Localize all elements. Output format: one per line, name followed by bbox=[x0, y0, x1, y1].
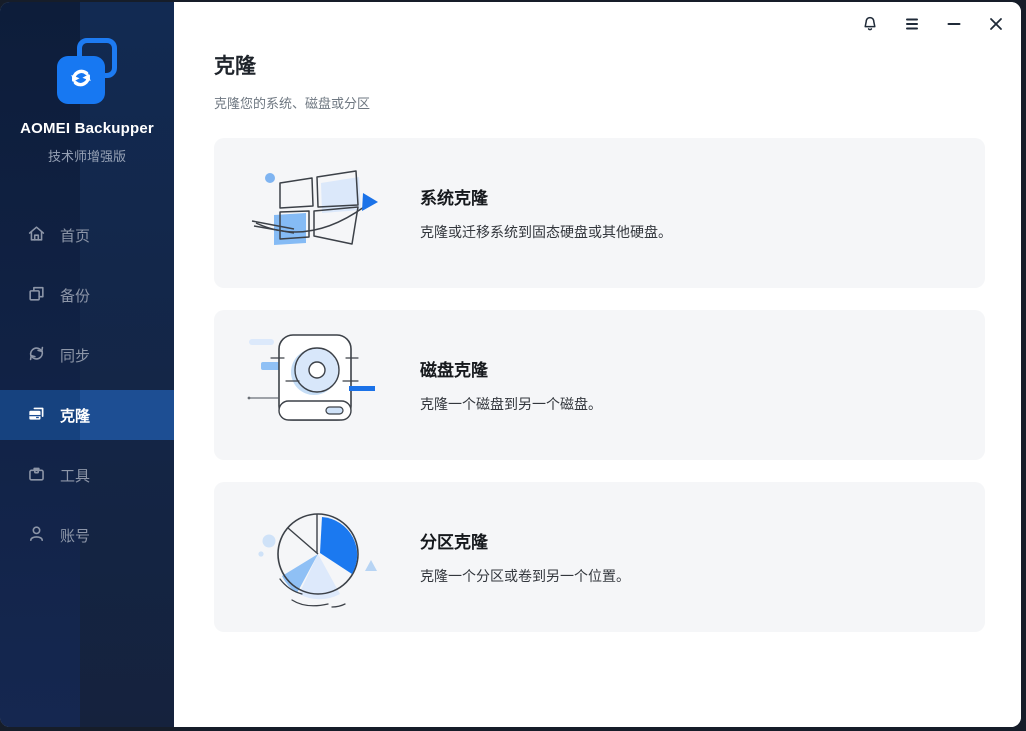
home-icon bbox=[27, 224, 46, 247]
sync-icon bbox=[27, 344, 46, 367]
menu-button[interactable] bbox=[901, 14, 923, 36]
sidebar-item-label: 备份 bbox=[60, 285, 90, 306]
card-partition-clone[interactable]: 分区克隆 克隆一个分区或卷到另一个位置。 bbox=[214, 482, 985, 632]
main-content: 克隆 克隆您的系统、磁盘或分区 bbox=[174, 2, 1021, 727]
card-disk-clone[interactable]: 磁盘克隆 克隆一个磁盘到另一个磁盘。 bbox=[214, 310, 985, 460]
sidebar-item-label: 克隆 bbox=[60, 405, 90, 426]
sidebar-item-clone[interactable]: 克隆 bbox=[0, 390, 174, 440]
window-controls bbox=[859, 14, 1007, 36]
card-title: 分区克隆 bbox=[420, 528, 630, 553]
logo-front-square bbox=[57, 56, 105, 104]
card-description: 克隆或迁移系统到固态硬盘或其他硬盘。 bbox=[420, 222, 672, 242]
card-text: 磁盘克隆 克隆一个磁盘到另一个磁盘。 bbox=[420, 356, 602, 414]
sidebar-item-backup[interactable]: 备份 bbox=[0, 265, 174, 325]
sidebar-nav: 首页 备份 bbox=[0, 205, 174, 565]
tools-icon bbox=[27, 464, 46, 487]
app-name: AOMEI Backupper bbox=[0, 120, 174, 137]
sidebar-item-label: 账号 bbox=[60, 525, 90, 546]
clone-options: 系统克隆 克隆或迁移系统到固态硬盘或其他硬盘。 bbox=[214, 138, 985, 632]
page-subtitle: 克隆您的系统、磁盘或分区 bbox=[214, 93, 1021, 112]
card-text: 系统克隆 克隆或迁移系统到固态硬盘或其他硬盘。 bbox=[420, 184, 672, 242]
card-description: 克隆一个磁盘到另一个磁盘。 bbox=[420, 394, 602, 414]
close-icon bbox=[987, 15, 1005, 36]
sidebar-item-account[interactable]: 账号 bbox=[0, 505, 174, 565]
card-system-clone[interactable]: 系统克隆 克隆或迁移系统到固态硬盘或其他硬盘。 bbox=[214, 138, 985, 288]
system-clone-illustration-icon bbox=[246, 153, 396, 273]
minimize-icon bbox=[945, 15, 963, 36]
sidebar-item-label: 同步 bbox=[60, 345, 90, 366]
close-button[interactable] bbox=[985, 14, 1007, 36]
sidebar-item-home[interactable]: 首页 bbox=[0, 205, 174, 265]
account-icon bbox=[27, 524, 46, 547]
minimize-button[interactable] bbox=[943, 14, 965, 36]
sidebar: AOMEI Backupper 技术师增强版 首页 bbox=[0, 2, 174, 727]
bell-icon bbox=[861, 15, 879, 36]
hamburger-menu-icon bbox=[903, 15, 921, 36]
card-description: 克隆一个分区或卷到另一个位置。 bbox=[420, 566, 630, 586]
sidebar-item-tools[interactable]: 工具 bbox=[0, 445, 174, 505]
card-title: 磁盘克隆 bbox=[420, 356, 602, 381]
page-title: 克隆 bbox=[214, 50, 1021, 80]
app-logo bbox=[55, 38, 119, 104]
sidebar-item-label: 首页 bbox=[60, 225, 90, 246]
sidebar-item-sync[interactable]: 同步 bbox=[0, 325, 174, 385]
clone-icon bbox=[27, 404, 46, 427]
notifications-button[interactable] bbox=[859, 14, 881, 36]
disk-clone-illustration-icon bbox=[246, 325, 396, 445]
card-title: 系统克隆 bbox=[420, 184, 672, 209]
app-window: AOMEI Backupper 技术师增强版 首页 bbox=[0, 2, 1021, 727]
sidebar-item-label: 工具 bbox=[60, 465, 90, 486]
app-edition: 技术师增强版 bbox=[0, 146, 174, 165]
partition-clone-illustration-icon bbox=[246, 497, 396, 617]
sync-arrows-icon bbox=[66, 63, 96, 98]
backup-icon bbox=[27, 284, 46, 307]
card-text: 分区克隆 克隆一个分区或卷到另一个位置。 bbox=[420, 528, 630, 586]
